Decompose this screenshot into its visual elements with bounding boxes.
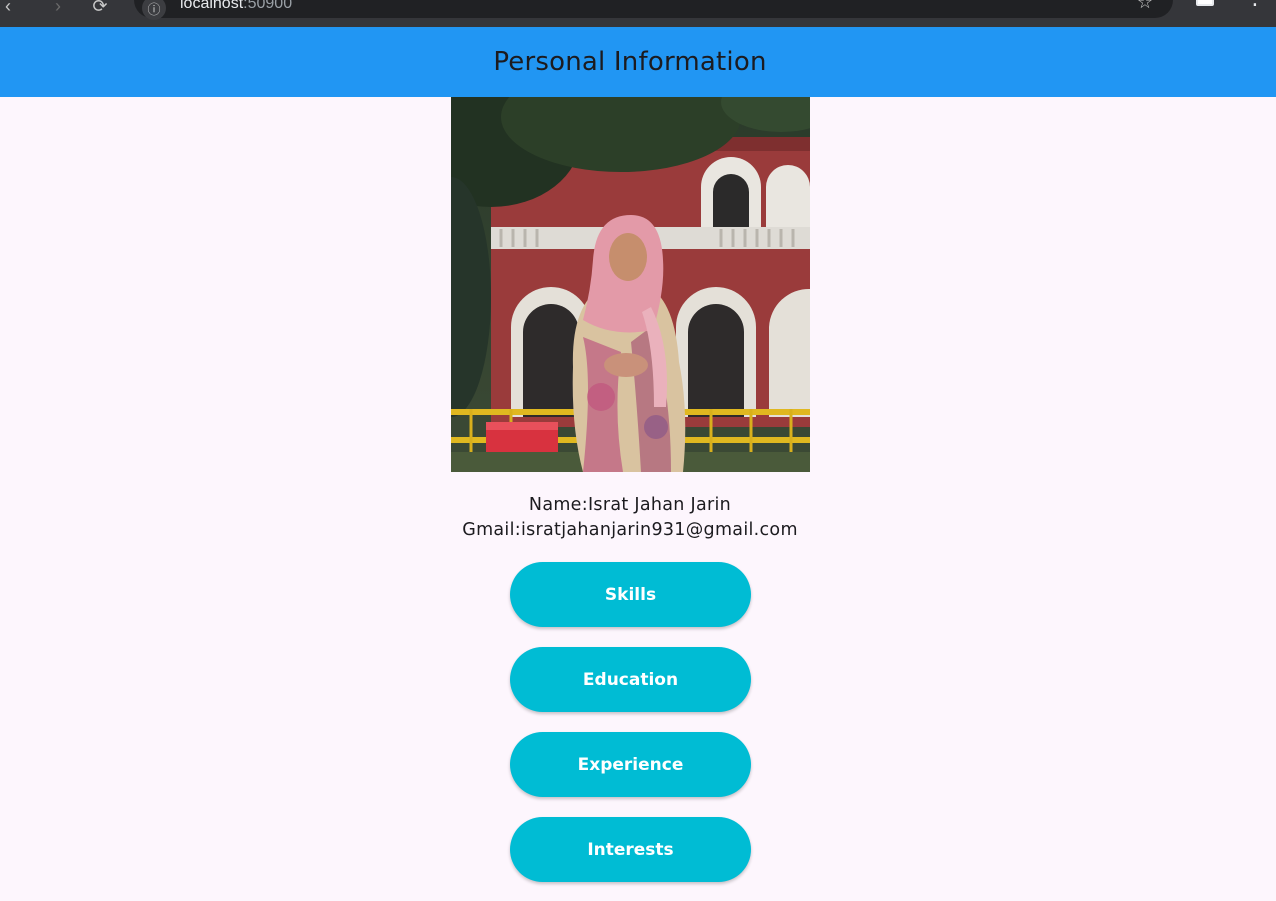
site-info-icon[interactable]: ⓘ <box>142 0 166 20</box>
profile-email: Gmail:isratjahanjarin931@gmail.com <box>462 520 798 540</box>
reload-icon[interactable]: ⟳ <box>86 0 114 20</box>
profile-name: Name:Israt Jahan Jarin <box>528 495 732 515</box>
skills-button[interactable]: Skills <box>510 562 751 627</box>
browser-menu-icon[interactable]: ⋮ <box>1244 0 1266 8</box>
forward-arrow-icon[interactable]: › <box>44 0 72 20</box>
profile-photo <box>451 97 810 472</box>
page-title: Personal Information <box>493 47 767 77</box>
education-button[interactable]: Education <box>510 647 751 712</box>
extension-icon[interactable] <box>1196 0 1214 6</box>
experience-button[interactable]: Experience <box>510 732 751 797</box>
url-host: localhost <box>180 0 244 12</box>
browser-toolbar: ‹ › ⟳ ⓘ localhost:50900 ☆ ⋮ <box>0 0 1276 27</box>
url-port: :50900 <box>243 0 293 12</box>
interests-button[interactable]: Interests <box>510 817 751 882</box>
app-bar: Personal Information <box>0 27 1276 97</box>
url-text[interactable]: localhost:50900 <box>180 0 292 13</box>
bookmark-star-icon[interactable]: ☆ <box>1137 0 1153 13</box>
address-bar[interactable]: ⓘ localhost:50900 ☆ <box>134 0 1173 20</box>
back-arrow-icon[interactable]: ‹ <box>0 0 22 20</box>
